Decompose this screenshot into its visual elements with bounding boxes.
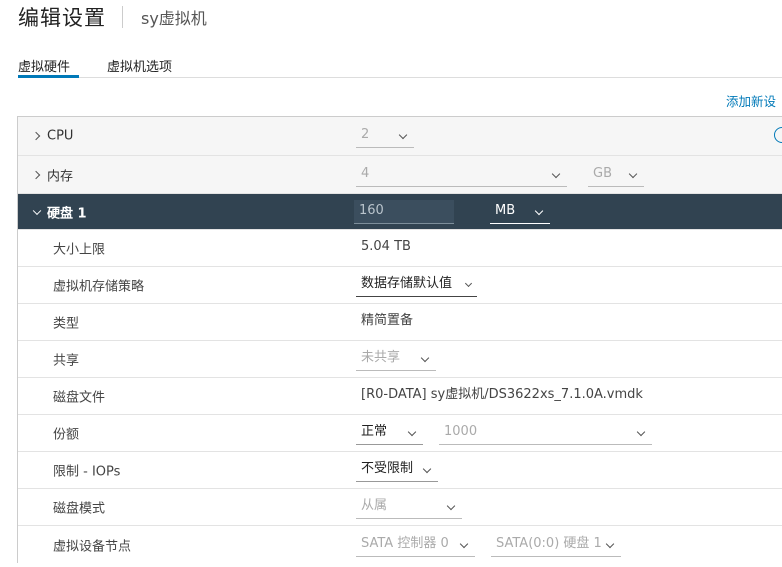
chevron-down-icon	[459, 539, 469, 548]
limit-iops-select[interactable]: 不受限制	[356, 458, 438, 482]
memory-row[interactable]: 内存 4 GB	[18, 156, 782, 194]
chevron-right-icon[interactable]	[31, 131, 41, 141]
shares-amount-input[interactable]: 1000	[439, 421, 652, 445]
shares-value: 正常	[361, 424, 388, 439]
cpu-select[interactable]: 2	[356, 124, 414, 148]
vm-name: sy虚拟机	[141, 9, 207, 28]
chevron-down-icon	[407, 427, 417, 437]
disk-file-row: 磁盘文件 [R0-DATA] sy虚拟机/DS3622xs_7.1.0A.vmd…	[18, 378, 782, 415]
controller-value: SATA 控制器 0	[361, 535, 449, 551]
storage-policy-row: 虚拟机存储策略 数据存储默认值	[18, 267, 782, 304]
memory-value: 4	[361, 165, 370, 181]
tab-virtual-hardware[interactable]: 虚拟硬件	[18, 56, 79, 78]
memory-unit: GB	[593, 165, 612, 181]
type-row: 类型 精简置备	[18, 304, 782, 341]
memory-input[interactable]: 4	[356, 163, 567, 187]
max-size-label: 大小上限	[53, 242, 106, 258]
page-header: 编辑设置 sy虚拟机	[18, 4, 207, 30]
cpu-value: 2	[361, 127, 370, 142]
chevron-down-icon	[398, 130, 408, 140]
chevron-down-icon	[605, 539, 615, 548]
memory-unit-select[interactable]: GB	[588, 163, 644, 187]
shares-select[interactable]: 正常	[356, 421, 423, 445]
disk-mode-select[interactable]: 从属	[356, 495, 462, 519]
hardware-grid: CPU 2 内存 4 GB 硬盘 1 160 MB 大小上限 5.04 TB 虚…	[17, 116, 782, 563]
controller-select[interactable]: SATA 控制器 0	[356, 533, 475, 557]
tab-bar: 虚拟硬件 虚拟机选项	[18, 48, 782, 78]
shares-amount: 1000	[444, 424, 478, 439]
type-value: 精简置备	[361, 313, 414, 328]
header-divider	[122, 6, 123, 28]
shares-label: 份额	[53, 427, 80, 443]
limit-iops-label: 限制 - IOPs	[53, 464, 121, 480]
disk-mode-row: 磁盘模式 从属	[18, 489, 782, 526]
chevron-down-icon	[422, 464, 432, 474]
sharing-value: 未共享	[361, 350, 401, 365]
max-size-row: 大小上限 5.04 TB	[18, 230, 782, 267]
device-node-label: 虚拟设备节点	[53, 539, 132, 554]
storage-policy-value: 数据存储默认值	[361, 276, 453, 291]
cpu-label: CPU	[47, 128, 74, 144]
limit-iops-row: 限制 - IOPs 不受限制	[18, 452, 782, 489]
chevron-down-icon[interactable]	[32, 206, 42, 215]
cpu-row[interactable]: CPU 2	[18, 117, 782, 156]
limit-iops-value: 不受限制	[361, 461, 414, 476]
disk-size-input[interactable]: 160	[354, 199, 454, 224]
sharing-label: 共享	[53, 353, 80, 369]
device-node-select[interactable]: SATA(0:0) 硬盘 1	[491, 533, 621, 557]
disk-mode-value: 从属	[361, 498, 388, 513]
memory-label: 内存	[47, 169, 74, 184]
disk-unit-select[interactable]: MB	[490, 200, 550, 224]
chevron-down-icon	[551, 169, 561, 178]
device-node-value: SATA(0:0) 硬盘 1	[496, 535, 602, 551]
add-new-device-link[interactable]: 添加新设	[726, 91, 776, 110]
disk-file-label: 磁盘文件	[53, 390, 106, 406]
disk-size-value: 160	[359, 202, 384, 218]
chevron-down-icon	[628, 169, 638, 178]
disk-mode-label: 磁盘模式	[53, 501, 106, 517]
device-node-row: 虚拟设备节点 SATA 控制器 0 SATA(0:0) 硬盘 1	[18, 526, 782, 563]
info-icon[interactable]	[774, 127, 782, 143]
chevron-right-icon[interactable]	[31, 170, 41, 179]
type-label: 类型	[53, 316, 80, 332]
chevron-down-icon	[534, 206, 544, 215]
shares-row: 份额 正常 1000	[18, 415, 782, 452]
sharing-row: 共享 未共享	[18, 341, 782, 378]
sharing-select[interactable]: 未共享	[356, 347, 436, 371]
chevron-down-icon	[636, 427, 646, 437]
chevron-down-icon	[446, 501, 456, 511]
disk-unit: MB	[495, 202, 516, 218]
disk-row[interactable]: 硬盘 1 160 MB	[18, 194, 782, 230]
chevron-down-icon	[420, 353, 430, 363]
storage-policy-label: 虚拟机存储策略	[53, 279, 145, 295]
disk-label: 硬盘 1	[47, 206, 87, 221]
storage-policy-select[interactable]: 数据存储默认值	[356, 273, 477, 297]
chevron-down-icon	[464, 279, 473, 288]
disk-file-value: [R0-DATA] sy虚拟机/DS3622xs_7.1.0A.vmdk	[361, 387, 643, 402]
max-size-value: 5.04 TB	[361, 239, 411, 254]
page-title: 编辑设置	[18, 6, 106, 30]
tab-vm-options[interactable]: 虚拟机选项	[107, 56, 172, 78]
